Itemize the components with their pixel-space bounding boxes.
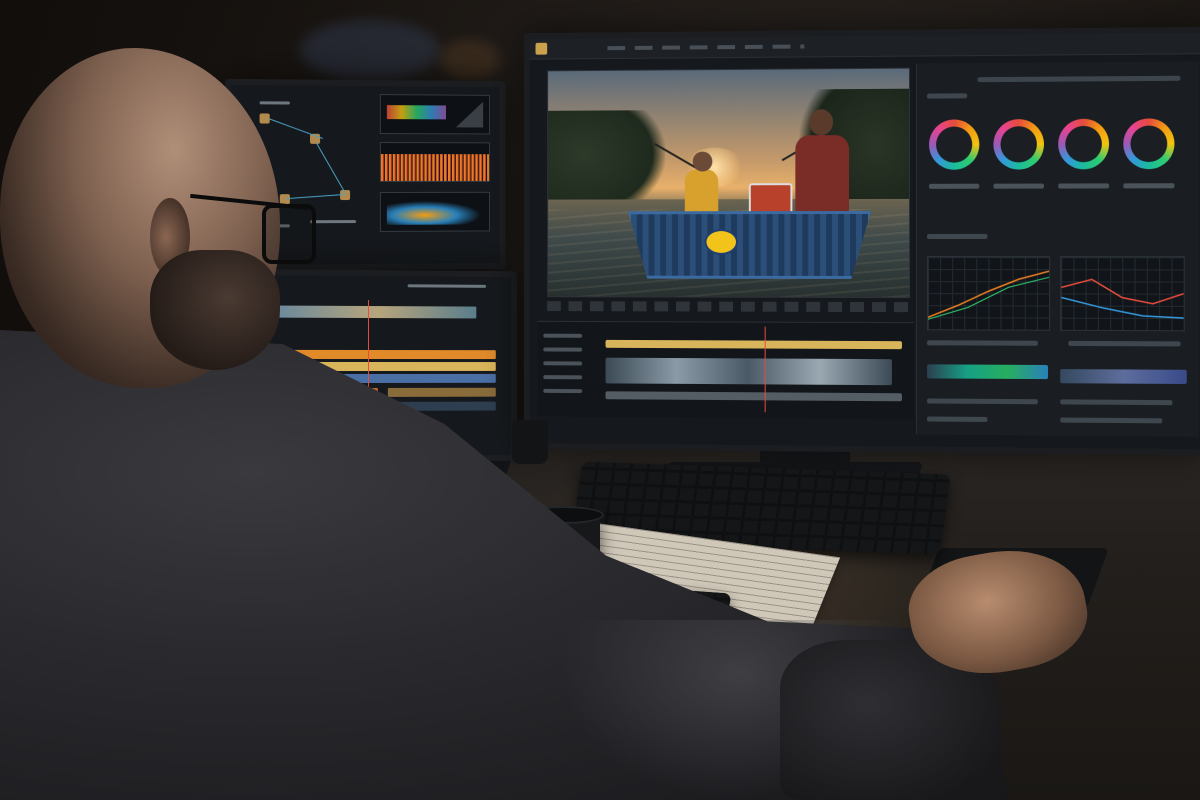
editing-timeline-screen — [216, 274, 512, 458]
timeline-clip[interactable] — [387, 387, 496, 397]
coffee-mug — [506, 506, 604, 574]
timeline-clip[interactable] — [257, 387, 378, 398]
vectorscope-panel — [379, 94, 490, 135]
bottom-left-monitor — [210, 268, 518, 464]
viewer-transport-controls[interactable] — [547, 301, 908, 313]
slider[interactable] — [1060, 399, 1173, 406]
small-cup — [512, 420, 548, 464]
wall-light-bokeh — [440, 40, 500, 80]
panel-label — [1068, 340, 1181, 347]
node-wire — [315, 142, 347, 195]
node-label — [259, 101, 290, 105]
video-viewer[interactable] — [547, 67, 910, 299]
gamma-color-wheel-icon[interactable] — [993, 119, 1044, 170]
parade-panel — [379, 191, 490, 232]
waveform-panel — [379, 142, 490, 182]
wall-light-bokeh — [300, 20, 440, 80]
ear — [150, 198, 190, 276]
panel-label — [927, 340, 1038, 346]
color-panel — [915, 61, 1200, 437]
top-left-monitor — [225, 78, 506, 272]
toolbar-label — [407, 284, 487, 288]
gain-color-wheel-icon[interactable] — [1058, 118, 1110, 170]
node-graph[interactable] — [239, 93, 370, 255]
main-monitor — [523, 26, 1200, 456]
playhead[interactable] — [367, 300, 369, 430]
panel-label — [927, 233, 988, 239]
slider[interactable] — [1060, 417, 1163, 424]
timeline-track[interactable] — [605, 339, 902, 350]
grading-timeline[interactable] — [537, 320, 914, 420]
curves-graph[interactable] — [1060, 256, 1184, 332]
app-topbar — [529, 32, 1200, 60]
menu-bar[interactable] — [607, 44, 805, 51]
curve-icon — [1061, 257, 1183, 330]
playhead[interactable] — [764, 326, 766, 413]
lift-color-wheel-icon[interactable] — [929, 119, 980, 170]
slider[interactable] — [927, 416, 988, 422]
timeline-track[interactable] — [605, 391, 902, 402]
color-strip[interactable] — [927, 364, 1049, 380]
node-label — [310, 220, 357, 224]
curves-graph[interactable] — [927, 256, 1050, 331]
slider[interactable] — [927, 398, 1038, 405]
node-wire — [269, 118, 323, 139]
timeline-clip[interactable] — [237, 401, 496, 412]
node[interactable] — [279, 194, 290, 205]
app-logo-icon — [535, 42, 548, 55]
boat-logo — [704, 229, 738, 255]
node-label — [249, 224, 290, 228]
timeline-clip[interactable] — [277, 349, 496, 360]
node-wire — [285, 193, 344, 200]
offset-color-wheel-icon[interactable] — [1123, 118, 1175, 170]
panel-search-bar[interactable] — [977, 75, 1181, 83]
man-fishing — [795, 135, 850, 214]
panel-label — [927, 93, 968, 99]
front-keyboard[interactable] — [442, 574, 732, 704]
node[interactable] — [259, 113, 270, 124]
timeline-track[interactable] — [605, 357, 892, 386]
blue-basket-boat — [628, 211, 871, 279]
color-grading-screen — [529, 32, 1200, 450]
node-editor-screen — [231, 84, 500, 266]
timeline-clip[interactable] — [277, 305, 477, 319]
color-strip[interactable] — [1060, 369, 1187, 385]
timeline-clip[interactable] — [277, 373, 496, 384]
timeline-clip[interactable] — [227, 430, 268, 440]
timeline-clip[interactable] — [277, 361, 496, 372]
child-in-lifejacket — [684, 169, 719, 218]
curve-icon — [928, 257, 1049, 330]
